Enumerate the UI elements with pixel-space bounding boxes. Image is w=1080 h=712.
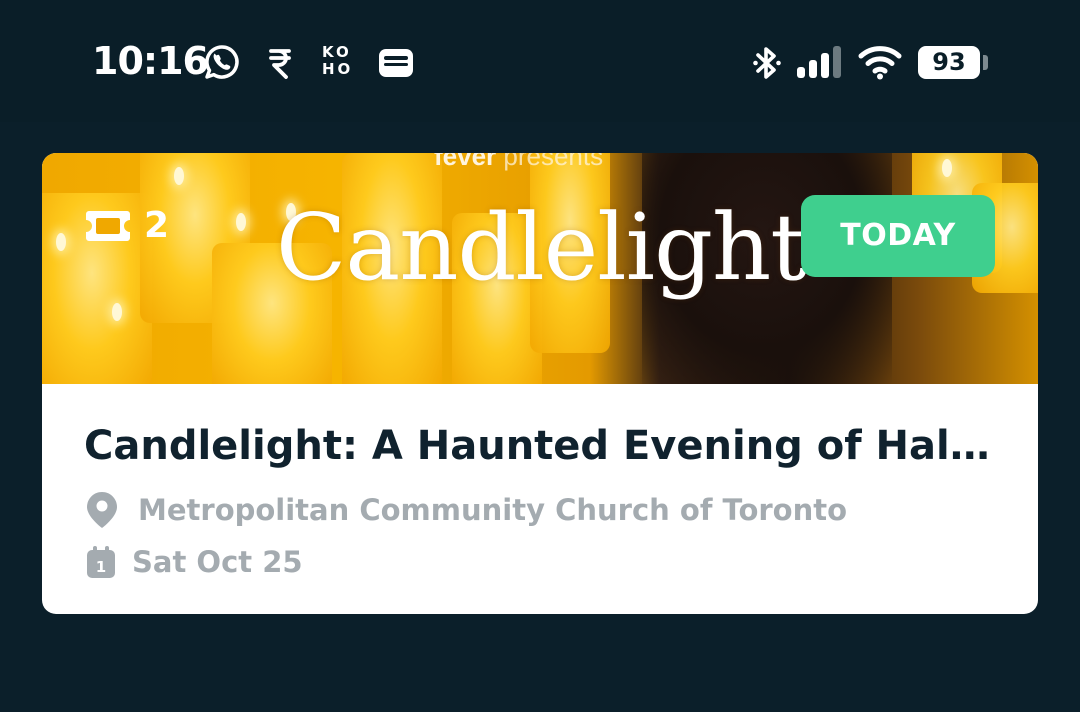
calendar-day: 1 xyxy=(96,558,106,576)
banner-title: Candlelight xyxy=(276,194,807,301)
ticket-count-indicator: 2 xyxy=(84,205,169,247)
whatsapp-icon xyxy=(203,43,241,81)
banner-flame xyxy=(236,213,246,231)
ticket-icon xyxy=(84,209,132,243)
status-time: 10:16 xyxy=(92,39,209,83)
banner-presents: presents xyxy=(503,153,604,171)
banner-flame xyxy=(112,303,122,321)
location-pin-icon xyxy=(86,491,118,529)
event-venue: Metropolitan Community Church of Toronto xyxy=(138,493,848,527)
status-bar: 10:16 KO HO 93 xyxy=(0,0,1080,122)
wallet-icon xyxy=(378,48,414,78)
banner-brand: fever xyxy=(434,153,497,171)
koho-line-2: HO xyxy=(322,60,354,78)
event-date-row: 1 Sat Oct 25 xyxy=(86,542,303,582)
battery-indicator: 93 xyxy=(918,46,980,79)
event-card-body: Candlelight: A Haunted Evening of Hallo.… xyxy=(42,384,1038,614)
koho-line-1: KO xyxy=(322,43,352,61)
event-banner-image: fever presents Candlelight 2 TODAY xyxy=(42,153,1038,384)
event-title: Candlelight: A Haunted Evening of Hallo.… xyxy=(84,423,996,469)
banner-presents-text: fever presents xyxy=(434,153,603,169)
rupee-icon xyxy=(268,47,292,79)
banner-flame xyxy=(942,159,952,177)
event-venue-row: Metropolitan Community Church of Toronto xyxy=(86,490,847,530)
wifi-icon xyxy=(858,44,902,80)
bluetooth-icon xyxy=(752,44,782,82)
calendar-icon: 1 xyxy=(86,545,116,579)
banner-flame xyxy=(174,167,184,185)
signal-icon xyxy=(796,45,844,79)
event-card[interactable]: fever presents Candlelight 2 TODAY Candl… xyxy=(42,153,1038,614)
battery-nub xyxy=(983,55,988,70)
event-date: Sat Oct 25 xyxy=(132,545,303,579)
koho-icon: KO HO xyxy=(322,44,356,78)
banner-flame xyxy=(56,233,66,251)
today-badge: TODAY xyxy=(801,195,995,277)
ticket-count: 2 xyxy=(144,205,170,246)
